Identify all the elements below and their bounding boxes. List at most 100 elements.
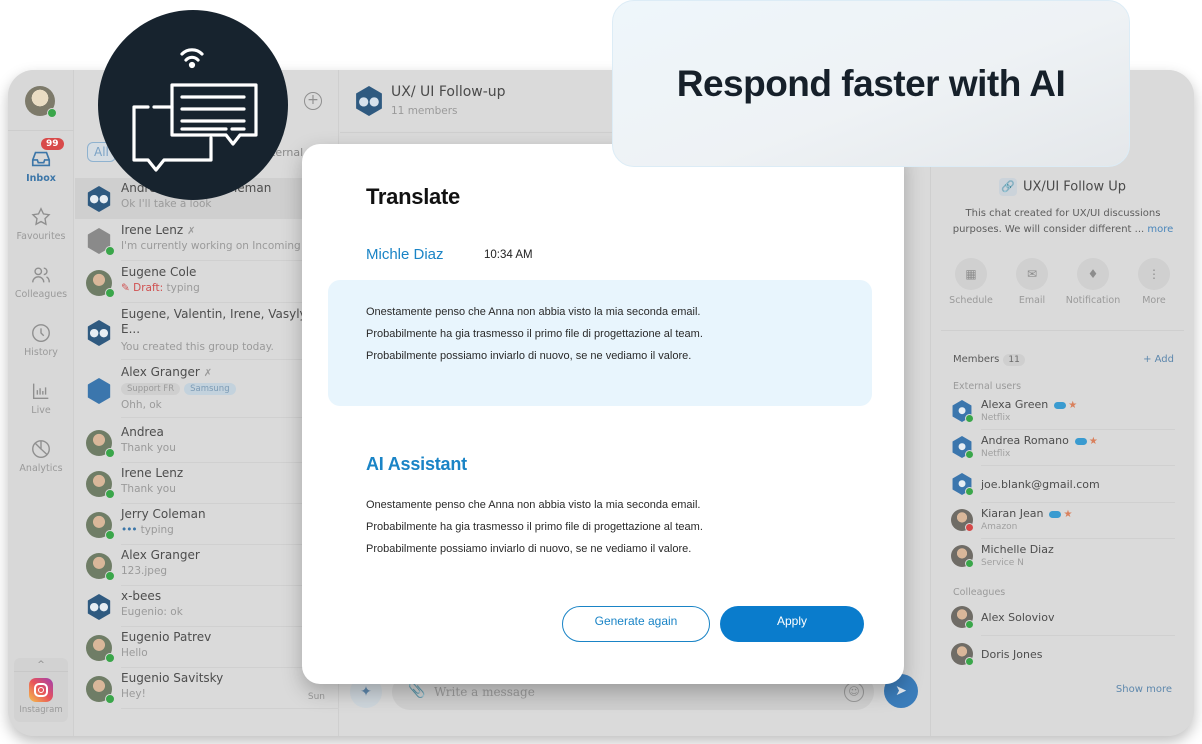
details-title: 🔗 UX/UI Follow Up: [931, 178, 1194, 196]
conversation-members-count[interactable]: 11 members: [391, 105, 458, 117]
online-status-dot: [105, 653, 115, 663]
chat-list-item[interactable]: Alex Granger 123.jpeg: [75, 545, 339, 586]
new-chat-button[interactable]: +: [304, 92, 322, 110]
member-item[interactable]: ● Alexa Green ★ Netflix: [951, 396, 1175, 430]
online-status-dot: [965, 487, 974, 496]
schedule-button[interactable]: ▦ Schedule: [941, 258, 1001, 306]
apply-button[interactable]: Apply: [720, 606, 864, 642]
calendar-icon: ▦: [955, 258, 987, 290]
nav-label: Favourites: [16, 231, 66, 242]
member-name-text: Alexa Green: [981, 398, 1049, 411]
member-item[interactable]: Alex Soloviov: [951, 602, 1175, 636]
translate-modal: Translate Michle Diaz 10:34 AM Onestamen…: [302, 144, 904, 684]
busy-status-dot: [965, 523, 974, 532]
divider: [981, 465, 1175, 466]
chat-name-line2: E...: [121, 322, 141, 336]
salesforce-icon: [1054, 401, 1067, 409]
member-name: joe.blank@gmail.com: [981, 478, 1100, 491]
chat-name: Alex Granger: [121, 548, 200, 562]
online-status-dot: [965, 657, 974, 666]
member-item[interactable]: ● Andrea Romano ★ Netflix: [951, 432, 1175, 466]
divider: [981, 538, 1175, 539]
chat-list-item[interactable]: Eugene Cole ✎ Draft: typing: [75, 262, 339, 303]
more-vertical-icon: ⋮: [1138, 258, 1170, 290]
chat-list-item[interactable]: Irene Lenz ✗ I'm currently working on Inc…: [75, 220, 339, 261]
member-item[interactable]: ● joe.blank@gmail.com: [951, 469, 1175, 503]
chat-list-item[interactable]: Irene Lenz Thank you: [75, 463, 339, 504]
member-name: Michelle Diaz: [981, 543, 1054, 556]
emoji-icon[interactable]: ☺: [844, 682, 864, 702]
show-more-link[interactable]: Show more: [1116, 684, 1172, 695]
member-name-text: Kiaran Jean: [981, 507, 1044, 520]
chat-bubbles-logo: [98, 10, 288, 200]
bar-chart-icon: [32, 383, 49, 400]
member-item[interactable]: Kiaran Jean ★ Amazon: [951, 505, 1175, 539]
muted-icon: ✗: [187, 226, 196, 237]
online-status-dot: [105, 489, 115, 499]
generate-again-button[interactable]: Generate again: [562, 606, 710, 642]
online-status-dot: [105, 448, 115, 458]
message-line: Probabilmente possiamo inviarlo di nuovo…: [366, 350, 692, 362]
chat-list-item[interactable]: Eugenio Patrev Hello: [75, 627, 339, 668]
conversation-title: UX/ UI Follow-up: [391, 84, 506, 100]
link-icon: 🔗: [999, 178, 1018, 196]
chat-preview: ••• typing: [121, 524, 174, 536]
nav-item-favourites[interactable]: Favourites: [8, 206, 74, 242]
chat-name: Alex Granger ✗: [121, 365, 212, 379]
member-item[interactable]: Michelle Diaz Service N: [951, 541, 1175, 575]
divider: [8, 130, 74, 131]
chat-list-item[interactable]: Jerry Coleman ••• typing: [75, 504, 339, 545]
integration-label: Instagram: [19, 705, 63, 715]
chat-list-item[interactable]: ●● x-bees Eugenio: ok: [75, 586, 339, 627]
group-icon: ●●: [356, 86, 382, 116]
online-status-dot: [105, 246, 115, 256]
member-item[interactable]: Doris Jones: [951, 639, 1175, 673]
online-status-dot: [105, 530, 115, 540]
star-icon: ★: [1068, 400, 1078, 411]
message-input[interactable]: [434, 682, 814, 702]
divider: [981, 635, 1175, 636]
chat-list-item[interactable]: Alex Granger ✗ Support FR Samsung Ohh, ok: [75, 362, 339, 418]
ai-suggestion-text: Onestamente penso che Anna non abbia vis…: [366, 494, 703, 560]
suggestion-line: Probabilmente possiamo inviarlo di nuovo…: [366, 543, 692, 555]
online-status-dot: [965, 620, 974, 629]
action-label: Email: [1018, 295, 1046, 306]
suggestion-line: Probabilmente ha gia trasmesso il primo …: [366, 521, 703, 533]
nav-item-live[interactable]: Live: [8, 380, 74, 416]
chat-list-item[interactable]: ●● Eugene, Valentin, Irene, Vasyly, E...…: [75, 304, 339, 360]
member-org: Amazon: [981, 522, 1018, 532]
headline: Respond faster with AI: [676, 63, 1066, 104]
add-member-button[interactable]: + Add: [1143, 354, 1174, 365]
salesforce-icon: [1049, 510, 1062, 518]
more-link[interactable]: more: [1147, 224, 1173, 235]
paperclip-icon[interactable]: 📎: [408, 683, 425, 699]
member-org: Netflix: [981, 413, 1011, 423]
members-count: 11: [1003, 354, 1025, 366]
star-icon: [31, 207, 51, 226]
nav-item-colleagues[interactable]: Colleagues: [8, 264, 74, 300]
member-name: Doris Jones: [981, 648, 1043, 661]
member-org: Service N: [981, 558, 1024, 568]
chat-name: Eugenio Savitsky: [121, 671, 224, 685]
member-name: Kiaran Jean ★: [981, 507, 1072, 520]
nav-rail: 99 Inbox Favourites Colleagues History L…: [8, 70, 74, 736]
email-button[interactable]: ✉ Email: [1002, 258, 1062, 306]
chevron-up-icon[interactable]: ^: [14, 658, 68, 672]
chat-preview: You created this group today.: [121, 341, 274, 353]
integration-instagram[interactable]: ^ Instagram: [14, 658, 68, 722]
user-avatar[interactable]: [25, 86, 57, 118]
inbox-icon: [31, 151, 51, 167]
colleagues-label: Colleagues: [953, 587, 1006, 598]
more-button[interactable]: ⋮ More: [1124, 258, 1184, 306]
nav-item-inbox[interactable]: 99 Inbox: [8, 138, 74, 184]
nav-label: Colleagues: [14, 289, 68, 300]
online-status-dot: [105, 288, 115, 298]
divider: [981, 429, 1175, 430]
details-description: This chat created for UX/UI discussions …: [941, 206, 1185, 238]
notification-button[interactable]: ♦ Notification: [1063, 258, 1123, 306]
member-name: Alexa Green ★: [981, 398, 1077, 411]
nav-item-analytics[interactable]: Analytics: [8, 438, 74, 474]
chat-list-item[interactable]: Eugenio Savitsky Hey! Sun: [75, 668, 339, 709]
chat-list-item[interactable]: Andrea Thank you: [75, 422, 339, 463]
nav-item-history[interactable]: History: [8, 322, 74, 358]
